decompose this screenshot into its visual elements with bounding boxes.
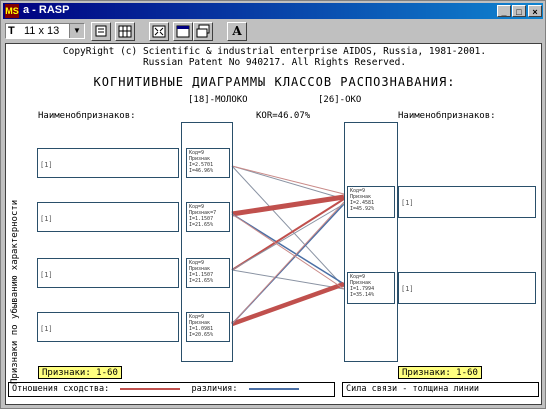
window-button[interactable] — [173, 22, 193, 41]
legend-strength: Сила связи - толщина линии — [342, 382, 539, 397]
line-sim-2 — [231, 194, 345, 217]
vertical-axis-label: Признаки по убыванию характерности — [10, 199, 20, 384]
legend-similarity-label: Отношения сходства: — [12, 384, 110, 394]
line-sim-6 — [231, 213, 345, 290]
window2-icon — [196, 24, 210, 38]
copyright-text: CopyRight (c) Scientific & industrial en… — [62, 46, 487, 57]
right-class-column — [344, 122, 398, 362]
truetype-icon: T — [8, 25, 15, 37]
window-icon — [176, 25, 190, 38]
maximize-button[interactable]: □ — [512, 5, 526, 17]
left-features-range-badge: Признаки: 1-60 — [38, 366, 122, 379]
line-sim-4 — [231, 281, 345, 327]
page-title: КОГНИТИВНЫЕ ДИАГРАММЫ КЛАССОВ РАСПОЗНАВА… — [93, 75, 456, 89]
patent-text: Russian Patent No 940217. All Rights Res… — [142, 57, 407, 68]
kor-value: KOR=46.07% — [256, 111, 311, 121]
line-diff-3 — [231, 213, 345, 285]
minimize-button[interactable]: _ — [497, 5, 511, 17]
font-size-value: 11 x 13 — [24, 25, 60, 37]
left-class-label: [18]-МОЛОКО — [188, 95, 248, 105]
right-feature-box-1[interactable]: Код=9 Признак I=2.4581 I=45.92% — [347, 186, 395, 218]
right-feature-name-2[interactable]: [1] — [398, 272, 536, 304]
toolbar: T 11 x 13 ▼ A — [3, 21, 543, 43]
grid-icon — [118, 25, 132, 38]
left-feature-box-4[interactable]: Код=9 Признак I=1.0981 I=20.65% — [186, 312, 230, 342]
window-title: a - RASP — [23, 4, 70, 16]
fullscreen-button[interactable] — [149, 22, 169, 41]
font-button[interactable]: A — [227, 22, 247, 41]
left-feature-box-3[interactable]: Код=9 Признак I=1.1507 I=21.65% — [186, 258, 230, 288]
grid-button[interactable] — [115, 22, 135, 41]
right-feature-name-1[interactable]: [1] — [398, 186, 536, 218]
right-features-label: Наименобпризнаков: — [398, 111, 496, 121]
close-button[interactable]: × — [528, 5, 542, 17]
right-class-label: [26]-ОКО — [318, 95, 362, 105]
copy-icon — [95, 25, 107, 37]
fullscreen-icon — [152, 25, 166, 38]
legend-relations: Отношения сходства: различия: — [8, 382, 335, 397]
right-feature-box-2[interactable]: Код=9 Признак I=1.7994 I=35.14% — [347, 272, 395, 304]
line-sim-1 — [231, 165, 345, 195]
left-feature-box-1[interactable]: Код=9 Признак I=2.5701 I=46.96% — [186, 148, 230, 178]
app-icon[interactable]: MS — [5, 4, 19, 18]
line-diff-2 — [231, 165, 345, 288]
left-feature-name-2[interactable]: [1] — [37, 202, 179, 232]
line-diff-1 — [231, 165, 345, 200]
right-features-range-badge: Признаки: 1-60 — [398, 366, 482, 379]
title-bar[interactable]: MS a - RASP _ □ × — [3, 3, 543, 19]
font-size-select[interactable]: T 11 x 13 ▼ — [5, 23, 85, 39]
chevron-down-icon[interactable]: ▼ — [69, 24, 84, 38]
left-feature-name-4[interactable]: [1] — [37, 312, 179, 342]
copy-button[interactable] — [91, 22, 111, 41]
legend-difference-label: различия: — [191, 384, 238, 394]
left-feature-name-1[interactable]: [1] — [37, 148, 179, 178]
left-feature-name-3[interactable]: [1] — [37, 258, 179, 288]
legend-difference-line — [248, 387, 299, 390]
left-features-label: Наименобпризнаков: — [38, 111, 136, 121]
window2-button[interactable] — [193, 22, 213, 41]
left-feature-box-2[interactable]: Код=9 Признак=7 I=1.1507 I=21.65% — [186, 202, 230, 232]
legend-similarity-line — [120, 387, 181, 390]
diagram-canvas: CopyRight (c) Scientific & industrial en… — [5, 43, 542, 405]
app-window: MS a - RASP _ □ × T 11 x 13 ▼ A CopyRigh… — [0, 0, 546, 409]
